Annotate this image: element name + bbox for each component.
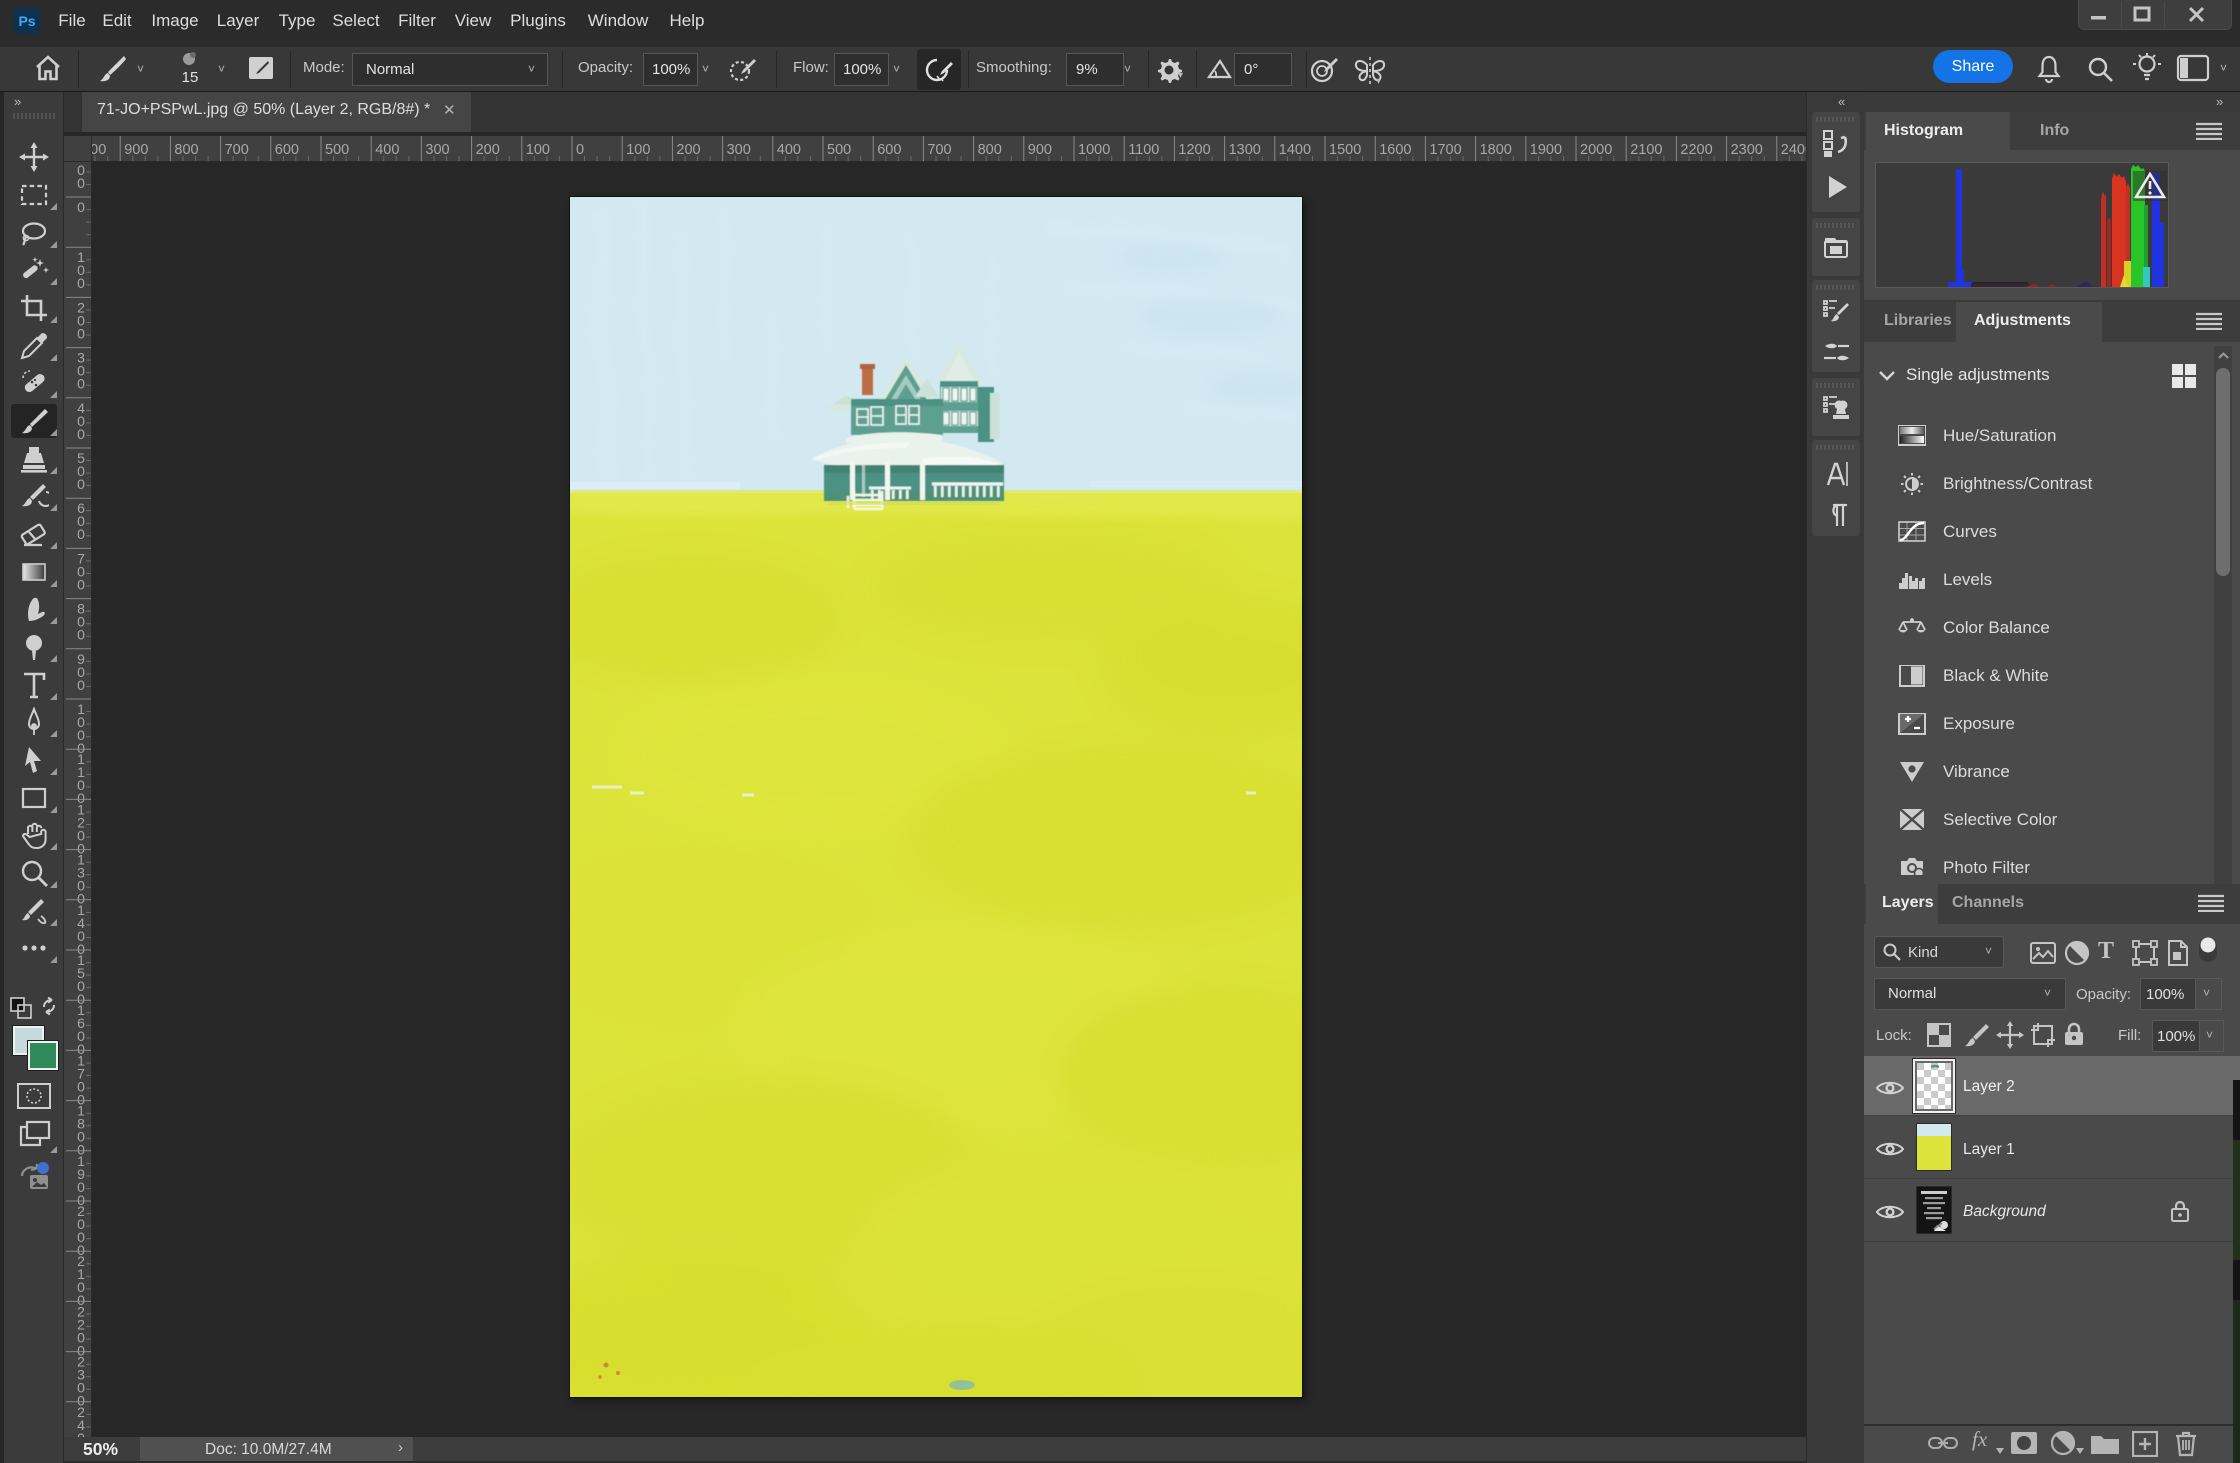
svg-text:2200: 2200 [1680,142,1712,158]
svg-text:0: 0 [77,526,85,542]
svg-text:1200: 1200 [1178,142,1210,158]
svg-text:2100: 2100 [1630,142,1662,158]
svg-text:2300: 2300 [1731,142,1763,158]
svg-text:0: 0 [77,175,85,191]
svg-text:2400: 2400 [1781,142,1806,158]
svg-text:200: 200 [676,142,700,158]
svg-text:0: 0 [77,677,85,693]
svg-text:500: 500 [827,142,851,158]
svg-text:100: 100 [526,142,550,158]
svg-text:800: 800 [174,142,198,158]
svg-text:300: 300 [727,142,751,158]
svg-text:0: 0 [576,142,584,158]
svg-text:400: 400 [375,142,399,158]
svg-text:1400: 1400 [1279,142,1311,158]
svg-text:1000: 1000 [1078,142,1110,158]
svg-text:900: 900 [124,142,148,158]
svg-text:1700: 1700 [1429,142,1461,158]
svg-text:2000: 2000 [1580,142,1612,158]
svg-text:0: 0 [77,1430,85,1437]
svg-text:200: 200 [476,142,500,158]
svg-text:700: 700 [225,142,249,158]
svg-text:0: 0 [77,476,85,492]
svg-text:0: 0 [77,576,85,592]
svg-text:900: 900 [1028,142,1052,158]
svg-text:1300: 1300 [1229,142,1261,158]
svg-text:300: 300 [425,142,449,158]
svg-text:700: 700 [927,142,951,158]
svg-text:500: 500 [325,142,349,158]
svg-text:0: 0 [77,426,85,442]
svg-text:0: 0 [77,627,85,643]
svg-text:1800: 1800 [1480,142,1512,158]
svg-text:0: 0 [77,325,85,341]
svg-text:0: 0 [77,199,85,215]
svg-text:100: 100 [626,142,650,158]
svg-text:0: 0 [77,275,85,291]
svg-text:600: 600 [275,142,299,158]
svg-text:600: 600 [877,142,901,158]
svg-text:1500: 1500 [1329,142,1361,158]
svg-text:1900: 1900 [1530,142,1562,158]
svg-text:1100: 1100 [1128,142,1159,158]
svg-text:400: 400 [777,142,801,158]
svg-text:0: 0 [77,376,85,392]
svg-text:1600: 1600 [1379,142,1411,158]
svg-text:800: 800 [978,142,1002,158]
